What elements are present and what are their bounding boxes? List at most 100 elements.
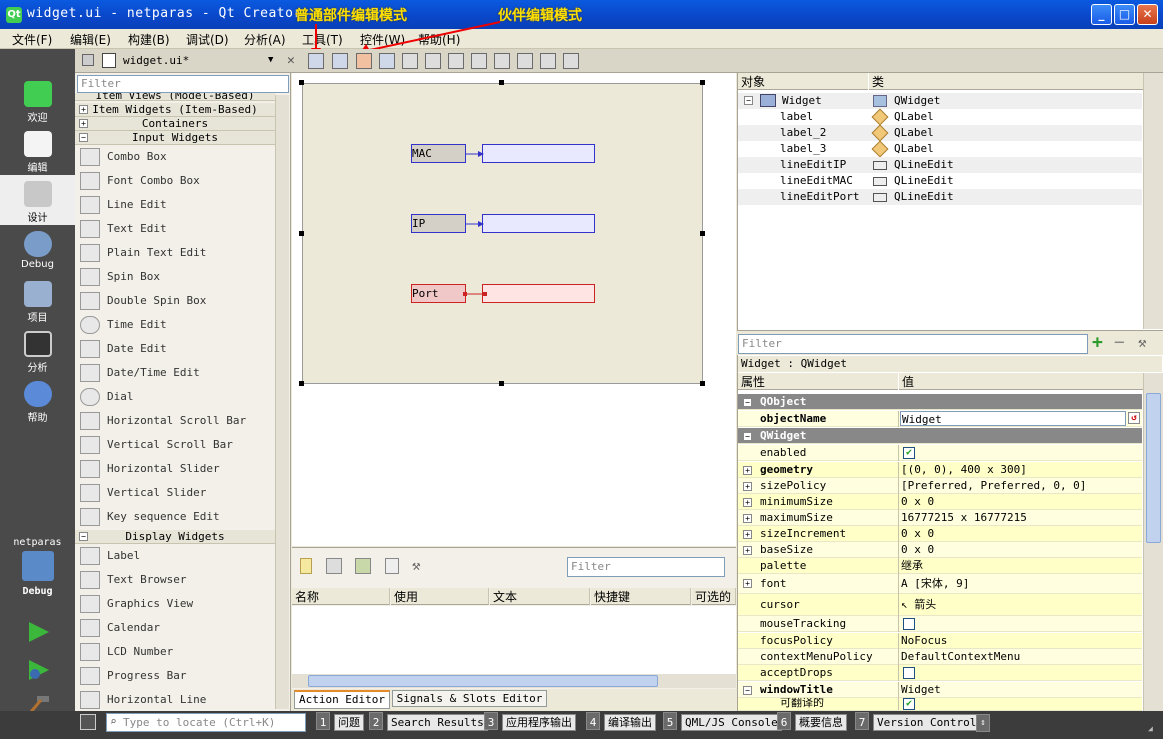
widget-calendar[interactable]: Calendar (78, 616, 274, 640)
delete-action-icon[interactable] (385, 558, 399, 574)
layout-form-icon[interactable] (517, 53, 533, 69)
menu-debug[interactable]: 调试(D) (186, 31, 229, 48)
widget-combo-box[interactable]: Combo Box (78, 145, 274, 169)
widget-line-edit[interactable]: Line Edit (78, 193, 274, 217)
layout-h-splitter-icon[interactable] (448, 53, 464, 69)
widget-label[interactable]: Label (78, 544, 274, 568)
enabled-checkbox[interactable]: ✔ (903, 447, 915, 459)
editor-file-name[interactable]: widget.ui* (123, 54, 189, 67)
debug-run-icon[interactable] (27, 658, 51, 682)
property-value[interactable]: [Preferred, Preferred, 0, 0] (901, 478, 1086, 494)
widget-dial[interactable]: Dial (78, 385, 274, 409)
property-value[interactable]: 继承 (901, 558, 923, 574)
break-layout-icon[interactable] (540, 53, 556, 69)
configure-wrench-icon[interactable]: ⚒ (1138, 335, 1146, 351)
widget-spin-box[interactable]: Spin Box (78, 265, 274, 289)
computer-icon[interactable] (22, 551, 54, 581)
widget-text-edit[interactable]: Text Edit (78, 217, 274, 241)
property-value[interactable]: [(0, 0), 400 x 300] (901, 462, 1027, 478)
layout-v-splitter-icon[interactable] (471, 53, 487, 69)
property-row[interactable]: + sizePolicy [Preferred, Preferred, 0, 0] (738, 478, 1142, 494)
menu-edit[interactable]: 编辑(E) (70, 31, 111, 48)
mode-design[interactable]: 设计 (0, 175, 75, 225)
copy-action-icon[interactable] (326, 558, 342, 574)
label-ip[interactable]: IP (411, 214, 466, 233)
property-value[interactable]: Widget (901, 682, 941, 698)
widget-hscrollbar[interactable]: Horizontal Scroll Bar (78, 409, 274, 433)
property-row[interactable]: + geometry [(0, 0), 400 x 300] (738, 462, 1142, 478)
widget-plain-text-edit[interactable]: Plain Text Edit (78, 241, 274, 265)
toggle-sidebar-icon[interactable] (80, 714, 96, 730)
category-item-views[interactable]: Item Views (Model-Based) (75, 93, 275, 101)
property-row[interactable]: + baseSize 0 x 0 (738, 542, 1142, 558)
edit-widgets-icon[interactable] (308, 53, 324, 69)
object-name-input[interactable]: Widget (900, 411, 1126, 426)
output-tab-issues[interactable]: 1 问题 (316, 712, 364, 734)
property-value[interactable]: NoFocus (901, 633, 947, 649)
column-header-text[interactable]: 文本 (490, 588, 590, 605)
resize-handle[interactable] (700, 80, 705, 85)
property-row[interactable]: + sizeIncrement 0 x 0 (738, 526, 1142, 542)
property-row[interactable]: palette 继承 (738, 558, 1142, 574)
object-row[interactable]: − Widget QWidget (738, 93, 1142, 109)
line-edit-mac[interactable] (482, 144, 595, 163)
new-action-icon[interactable] (300, 558, 312, 574)
scrollbar-thumb[interactable] (308, 675, 658, 687)
action-hscrollbar[interactable] (292, 674, 736, 688)
output-tab-app-output[interactable]: 3 应用程序输出 (484, 712, 576, 734)
object-inspector-scrollbar[interactable] (1143, 73, 1163, 329)
scrollbar-thumb[interactable] (1146, 393, 1161, 543)
mode-analyze[interactable]: 分析 (0, 325, 75, 375)
line-edit-port[interactable] (482, 284, 595, 303)
column-header-value[interactable]: 值 (899, 373, 1143, 390)
property-row[interactable]: focusPolicy NoFocus (738, 633, 1142, 649)
property-group-qobject[interactable]: − QObject (738, 394, 1142, 410)
output-tab-compile-output[interactable]: 4 编译输出 (586, 712, 656, 734)
output-tab-search-results[interactable]: 2 Search Results (369, 712, 488, 734)
column-header-object[interactable]: 对象 (738, 73, 868, 90)
resize-handle[interactable] (700, 381, 705, 386)
object-row[interactable]: lineEditIP QLineEdit (738, 157, 1142, 173)
property-row[interactable]: 可翻译的 ✔ (738, 698, 1142, 711)
property-value[interactable]: A [宋体, 9] (901, 574, 969, 594)
configure-wrench-icon[interactable]: ⚒ (412, 558, 430, 574)
run-icon[interactable] (27, 620, 51, 644)
property-row[interactable]: contextMenuPolicy DefaultContextMenu (738, 649, 1142, 665)
widget-datetime-edit[interactable]: Date/Time Edit (78, 361, 274, 385)
close-button[interactable]: ✕ (1137, 4, 1158, 25)
mode-projects[interactable]: 项目 (0, 275, 75, 325)
mode-debug[interactable]: Debug (0, 225, 75, 275)
property-value[interactable]: 16777215 x 16777215 (901, 510, 1027, 526)
category-containers[interactable]: + Containers (75, 117, 275, 131)
category-input-widgets[interactable]: − Input Widgets (75, 131, 275, 145)
column-header-class[interactable]: 类 (869, 73, 1143, 90)
object-row[interactable]: label QLabel (738, 108, 1142, 126)
mode-edit[interactable]: 编辑 (0, 125, 75, 175)
form-widget[interactable] (302, 83, 703, 384)
edit-buddies-icon[interactable] (356, 53, 372, 69)
resize-handle[interactable] (299, 381, 304, 386)
category-item-widgets[interactable]: + Item Widgets (Item-Based) (75, 103, 275, 117)
mode-welcome[interactable]: 欢迎 (0, 75, 75, 125)
column-header-used[interactable]: 使用 (391, 588, 489, 605)
edit-signals-slots-icon[interactable] (332, 53, 348, 69)
chevron-down-icon[interactable]: ▼ (268, 55, 273, 65)
action-list[interactable] (292, 606, 736, 674)
property-group-qwidget[interactable]: − QWidget (738, 428, 1142, 444)
property-filter-input[interactable]: Filter (738, 334, 1088, 354)
resize-handle[interactable] (299, 231, 304, 236)
add-property-icon[interactable]: + (1092, 333, 1103, 353)
property-row[interactable]: mouseTracking (738, 616, 1142, 632)
widget-hslider[interactable]: Horizontal Slider (78, 457, 274, 481)
mode-help[interactable]: 帮助 (0, 375, 75, 425)
property-row[interactable]: + maximumSize 16777215 x 16777215 (738, 510, 1142, 526)
object-row[interactable]: label_3 QLabel (738, 140, 1142, 158)
widget-date-edit[interactable]: Date Edit (78, 337, 274, 361)
adjust-size-icon[interactable] (563, 53, 579, 69)
menu-build[interactable]: 构建(B) (128, 31, 170, 48)
widget-progress-bar[interactable]: Progress Bar (78, 664, 274, 688)
reset-icon[interactable]: ↺ (1128, 412, 1140, 424)
action-filter-input[interactable]: Filter (567, 557, 725, 577)
widget-graphics-view[interactable]: Graphics View (78, 592, 274, 616)
widget-double-spin-box[interactable]: Double Spin Box (78, 289, 274, 313)
